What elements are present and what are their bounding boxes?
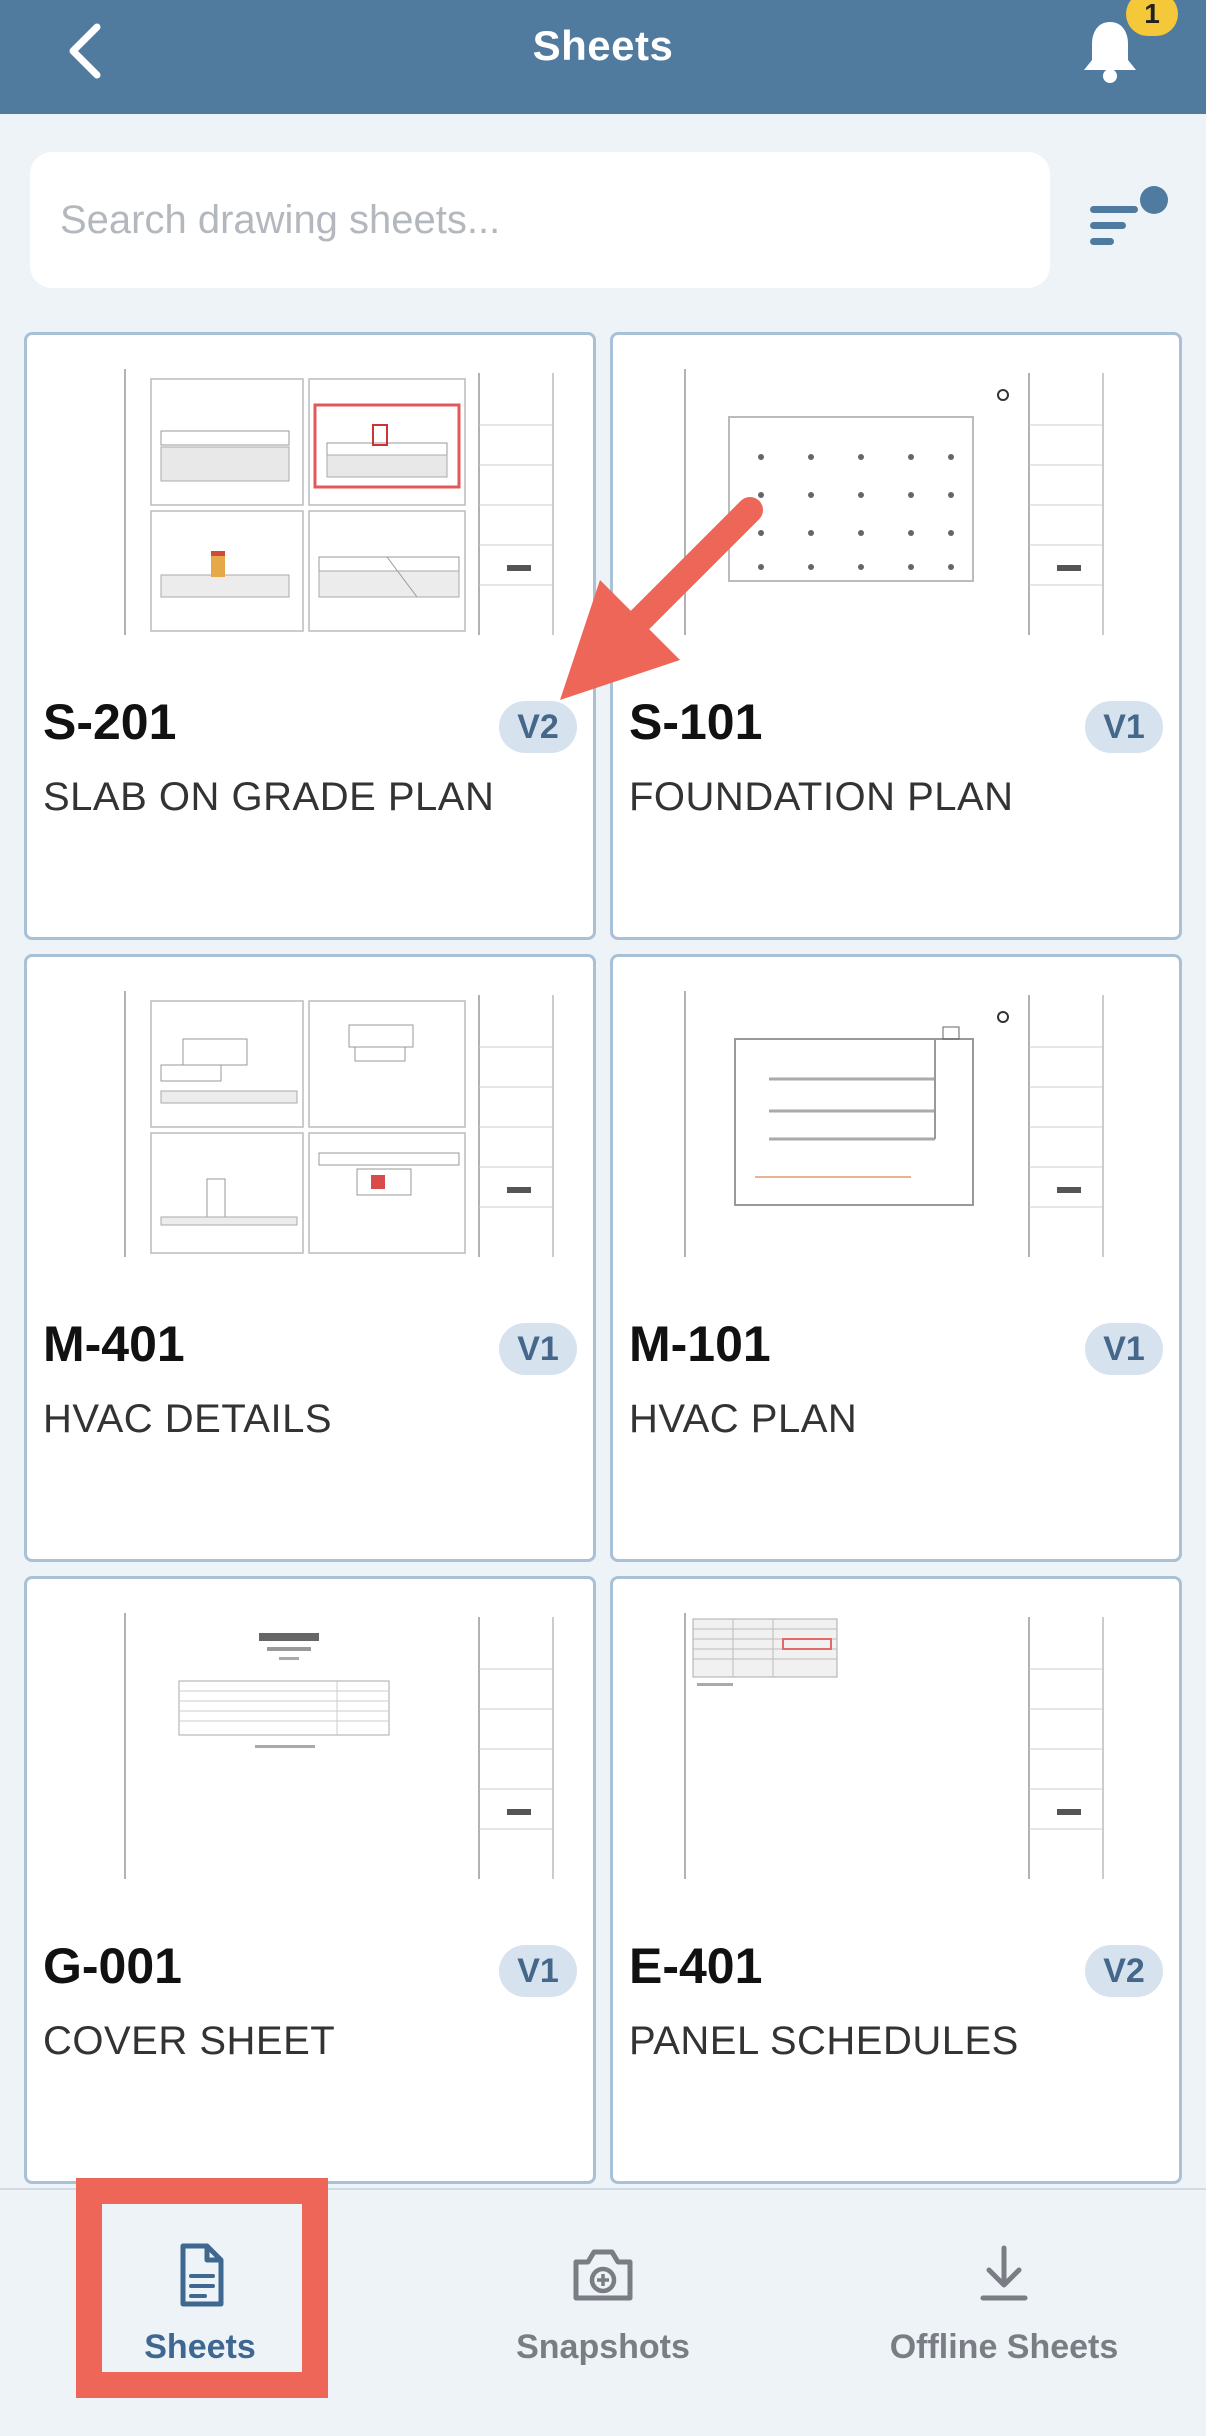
sheet-card-s-101[interactable]: S-101 V1 FOUNDATION PLAN [610,332,1182,940]
sheet-card-g-001[interactable]: G-001 V1 COVER SHEET [24,1576,596,2184]
version-badge: V1 [499,1945,577,1997]
version-badge: V1 [499,1323,577,1375]
page-title: Sheets [532,22,674,69]
tab-label: Offline Sheets [889,2328,1119,2366]
sheet-thumbnail [124,369,554,635]
document-icon [180,2243,224,2307]
sheet-card-m-401[interactable]: M-401 V1 HVAC DETAILS [24,954,596,1562]
sheet-number: M-401 [43,1316,185,1372]
sheet-number: S-101 [629,694,763,750]
sheets-grid: S-201 V2 SLAB ON GRADE PLAN S-101 V1 FOU… [0,326,1206,2188]
sheet-thumbnail [684,991,1104,1257]
camera-icon [573,2249,633,2301]
sheet-thumbnail [124,991,554,1257]
sheet-title: FOUNDATION PLAN [629,775,1014,819]
sheet-card-m-101[interactable]: M-101 V1 HVAC PLAN [610,954,1182,1562]
sheet-title: COVER SHEET [43,2019,336,2063]
top-nav-bar: Sheets 1 [0,0,1206,114]
tab-label: Snapshots [516,2328,690,2366]
search-input[interactable] [30,152,1050,288]
search-area [0,114,1206,326]
tab-label: Sheets [144,2328,256,2366]
sheet-card-e-401[interactable]: E-401 V2 PANEL SCHEDULES [610,1576,1182,2184]
sheet-number: G-001 [43,1938,182,1994]
tab-sheets[interactable]: Sheets [130,2210,270,2410]
filter-icon [1090,186,1168,245]
version-badge: V2 [499,701,577,753]
sheet-number: E-401 [629,1938,763,1994]
bottom-tab-bar: Sheets Snapshots Offline Sheets [0,2188,1206,2436]
tab-offline-sheets[interactable]: Offline Sheets [864,2210,1144,2410]
sheet-title: PANEL SCHEDULES [629,2019,1019,2063]
search-box [30,152,1050,288]
sheet-title: HVAC DETAILS [43,1397,333,1441]
notification-badge: 1 [1126,0,1178,36]
sheet-title: SLAB ON GRADE PLAN [43,775,495,819]
sheet-card-s-201[interactable]: S-201 V2 SLAB ON GRADE PLAN [24,332,596,940]
sheet-thumbnail [124,1613,554,1879]
sheet-thumbnail [684,1613,1104,1879]
version-badge: V1 [1085,1323,1163,1375]
sheet-title: HVAC PLAN [629,1397,858,1441]
version-badge: V2 [1085,1945,1163,1997]
tab-snapshots[interactable]: Snapshots [488,2210,718,2410]
sheet-thumbnail [684,369,1104,635]
sheet-number: S-201 [43,694,177,750]
filter-button[interactable] [1082,172,1178,268]
version-badge: V1 [1085,701,1163,753]
sheet-number: M-101 [629,1316,771,1372]
download-icon [980,2245,1028,2301]
